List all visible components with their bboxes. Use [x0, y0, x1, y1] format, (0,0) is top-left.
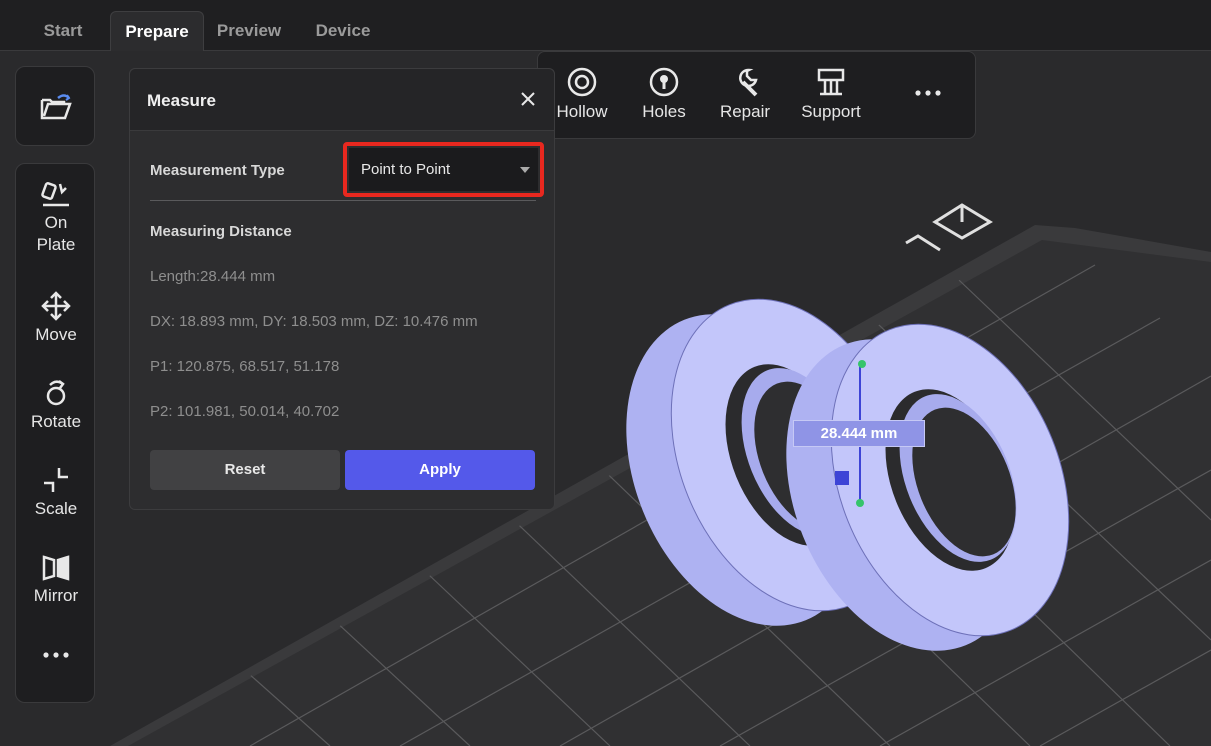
point1-value: P1: 120.875, 68.517, 51.178 — [150, 358, 340, 375]
divider — [150, 200, 536, 201]
scale-icon — [44, 468, 68, 492]
apply-button[interactable]: Apply — [345, 450, 535, 490]
view-orientation-icon — [905, 203, 993, 252]
reset-button[interactable]: Reset — [150, 450, 340, 490]
tab-preview[interactable]: Preview — [205, 11, 293, 50]
measure-panel-header: Measure — [130, 69, 554, 131]
support-label: Support — [801, 102, 861, 121]
chevron-down-icon — [520, 167, 530, 173]
wrench-icon — [739, 68, 758, 97]
support-button[interactable]: Support — [796, 66, 866, 122]
measurement-type-value: Point to Point — [361, 161, 451, 178]
move-button[interactable]: Move — [16, 290, 96, 346]
distance-label: 28.444 mm — [793, 420, 925, 447]
rotate-button[interactable]: Rotate — [16, 377, 96, 433]
measurement-type-label: Measurement Type — [150, 162, 285, 179]
tab-start[interactable]: Start — [27, 11, 99, 50]
mirror-icon — [42, 555, 70, 581]
scale-label: Scale — [34, 499, 78, 518]
mirror-label: Mirror — [33, 586, 79, 605]
support-icon — [817, 68, 845, 96]
left-toolbar: On Plate Move Rotate Scale Mirror — [15, 163, 95, 703]
holes-icon — [649, 67, 679, 97]
more-icon — [915, 90, 941, 96]
hollow-label: Hollow — [556, 102, 608, 121]
open-file-button[interactable] — [16, 92, 96, 124]
hollow-button[interactable]: Hollow — [552, 66, 612, 122]
tab-prepare[interactable]: Prepare — [110, 11, 204, 51]
holes-label: Holes — [642, 102, 686, 121]
open-file-panel — [15, 66, 95, 146]
hollow-icon — [567, 67, 597, 97]
more-icon — [43, 652, 69, 658]
more-tools-button[interactable] — [16, 650, 96, 662]
close-icon[interactable] — [516, 87, 540, 111]
tab-bar: Start Prepare Preview Device — [0, 0, 1211, 51]
measure-panel: Measure Measurement Type Point to Point … — [129, 68, 555, 510]
repair-label: Repair — [719, 102, 771, 121]
on-plate-label: On Plate — [36, 213, 76, 254]
mirror-button[interactable]: Mirror — [16, 551, 96, 607]
move-icon — [41, 291, 71, 321]
scale-button[interactable]: Scale — [16, 464, 96, 520]
rotate-icon — [46, 380, 66, 406]
on-plate-button[interactable]: On Plate — [16, 180, 96, 256]
on-plate-icon — [41, 182, 69, 207]
delta-values: DX: 18.893 mm, DY: 18.503 mm, DZ: 10.476… — [150, 313, 478, 330]
length-value: Length:28.444 mm — [150, 268, 276, 285]
top-toolbar: Hollow Holes Repair Support — [537, 51, 976, 139]
repair-button[interactable]: Repair — [714, 66, 776, 122]
measurement-type-highlight: Point to Point — [343, 142, 544, 197]
holes-button[interactable]: Holes — [634, 66, 694, 122]
point2-value: P2: 101.981, 50.014, 40.702 — [150, 403, 340, 420]
measurement-type-select[interactable]: Point to Point — [349, 148, 538, 191]
rotate-label: Rotate — [30, 412, 82, 431]
tab-device[interactable]: Device — [300, 11, 386, 50]
measuring-distance-title: Measuring Distance — [150, 223, 292, 240]
folder-open-icon — [40, 94, 72, 120]
panel-title: Measure — [147, 91, 216, 110]
more-top-tools-button[interactable] — [906, 88, 950, 102]
move-label: Move — [35, 325, 77, 344]
